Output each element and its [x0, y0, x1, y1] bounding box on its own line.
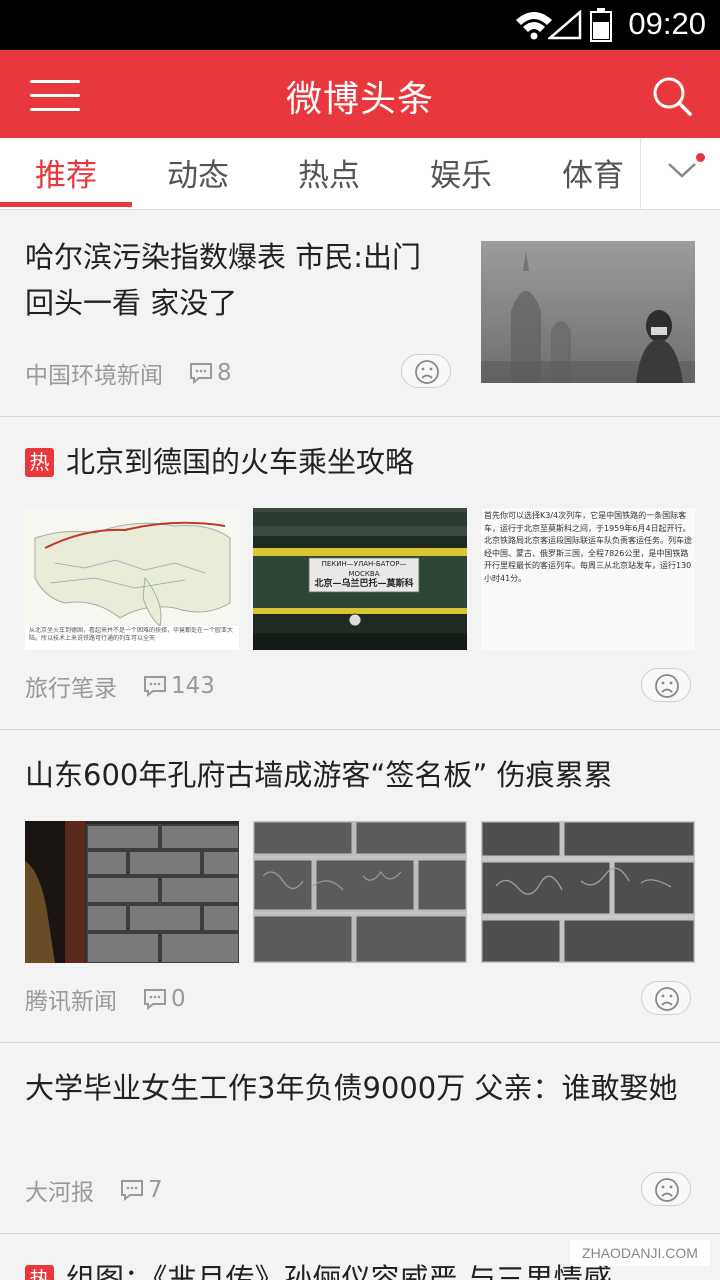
news-meta: 旅行笔录 143 [25, 669, 215, 703]
news-card[interactable]: 哈尔滨污染指数爆表 市民:出门回头一看 家没了 中国环境新闻 8 [0, 210, 720, 417]
news-title-row: 热北京到德国的火车乘坐攻略 [25, 439, 695, 485]
news-thumbnail-map: 从北京坐火车到德国，看起来并不是一个困难的抉择，毕竟都处在一个欧亚大陆。所以技术… [25, 508, 239, 650]
dislike-button[interactable] [641, 981, 691, 1015]
news-card[interactable]: 热北京到德国的火车乘坐攻略 从北京坐火车到德国，看起来并不是一个困难的抉择，毕竟… [0, 417, 720, 730]
sad-face-icon [655, 1178, 679, 1202]
search-icon[interactable] [650, 74, 694, 118]
comment-icon [190, 363, 212, 384]
tab-hot[interactable]: 热点 [298, 150, 360, 195]
tab-dynamic[interactable]: 动态 [167, 150, 229, 195]
news-thumbnail-document: 首先你可以选择K3/4次列车，它是中国铁路的一条国际客车，运行于北京至莫斯科之间… [481, 508, 695, 650]
news-card[interactable]: 大学毕业女生工作3年负债9000万 父亲：谁敢娶她 大河报 7 [0, 1043, 720, 1234]
active-tab-indicator [0, 202, 132, 207]
news-title: 组图：《芈月传》孙俪仪容威严 与三男情感 [66, 1262, 612, 1280]
document-text: 首先你可以选择K3/4次列车，它是中国铁路的一条国际客车，运行于北京至莫斯科之间… [481, 508, 695, 650]
sad-face-icon [655, 674, 679, 698]
tab-recommend[interactable]: 推荐 [35, 150, 97, 195]
comment-count-value: 8 [217, 360, 232, 386]
dislike-button[interactable] [401, 354, 451, 388]
train-sign-russian: ПЕКИН—УЛАН-БАТОР—МОСКВА [321, 560, 407, 578]
map-caption: 从北京坐火车到德国，看起来并不是一个困难的抉择，毕竟都处在一个欧亚大陆。所以技术… [29, 627, 234, 642]
news-source: 旅行笔录 [25, 676, 117, 702]
signal-icon [548, 10, 582, 40]
status-bar: 09:20 [0, 0, 720, 50]
tab-sports[interactable]: 体育 [562, 150, 624, 195]
news-title: 大学毕业女生工作3年负债9000万 父亲：谁敢娶她 [25, 1071, 678, 1105]
dislike-button[interactable] [641, 668, 691, 702]
hot-badge: 热 [25, 1265, 54, 1280]
news-title: 北京到德国的火车乘坐攻略 [66, 445, 415, 479]
app-bar: 微博头条 [0, 50, 720, 138]
watermark: ZHAODANJI.COM [570, 1240, 710, 1266]
tab-entertainment[interactable]: 娱乐 [430, 150, 492, 195]
comment-count: 0 [143, 986, 186, 1012]
news-title: 哈尔滨污染指数爆表 市民:出门回头一看 家没了 [25, 240, 421, 320]
comment-icon [144, 676, 166, 697]
news-meta: 大河报 7 [25, 1173, 163, 1207]
sad-face-icon [415, 360, 439, 384]
comment-count: 8 [189, 360, 232, 386]
category-tabs: 推荐 动态 热点 娱乐 体育 [0, 138, 720, 210]
news-thumbnail-wall-2 [253, 821, 467, 963]
battery-icon [590, 8, 612, 42]
news-thumbnail-wall-3 [481, 821, 695, 963]
news-card[interactable]: 山东600年孔府古墙成游客“签名板” 伤痕累累 腾讯新闻 0 [0, 730, 720, 1043]
sad-face-icon [655, 987, 679, 1011]
news-source: 腾讯新闻 [25, 989, 117, 1015]
comment-count-value: 0 [171, 986, 186, 1012]
more-tabs-button[interactable] [640, 138, 720, 209]
comment-count-value: 143 [171, 673, 215, 699]
news-meta: 腾讯新闻 0 [25, 982, 186, 1016]
news-source: 中国环境新闻 [25, 363, 163, 389]
train-sign-chinese: 北京—乌兰巴托—莫斯科 [314, 579, 414, 589]
comment-count: 143 [143, 673, 215, 699]
dislike-button[interactable] [641, 1172, 691, 1206]
comment-icon [144, 989, 166, 1010]
chevron-down-icon [668, 163, 696, 178]
hot-badge: 热 [25, 448, 54, 477]
comment-count: 7 [120, 1177, 163, 1203]
news-thumbnail-wall-1 [25, 821, 239, 963]
comment-icon [121, 1180, 143, 1201]
news-meta: 中国环境新闻 8 [25, 356, 232, 390]
app-title: 微博头条 [285, 79, 434, 120]
news-thumbnail-smog [481, 241, 695, 383]
status-time: 09:20 [628, 6, 706, 41]
news-source: 大河报 [25, 1180, 94, 1206]
notification-dot [696, 153, 705, 162]
news-title: 山东600年孔府古墙成游客“签名板” 伤痕累累 [25, 758, 613, 792]
news-thumbnail-train: ПЕКИН—УЛАН-БАТОР—МОСКВА 北京—乌兰巴托—莫斯科 [253, 508, 467, 650]
comment-count-value: 7 [148, 1177, 163, 1203]
